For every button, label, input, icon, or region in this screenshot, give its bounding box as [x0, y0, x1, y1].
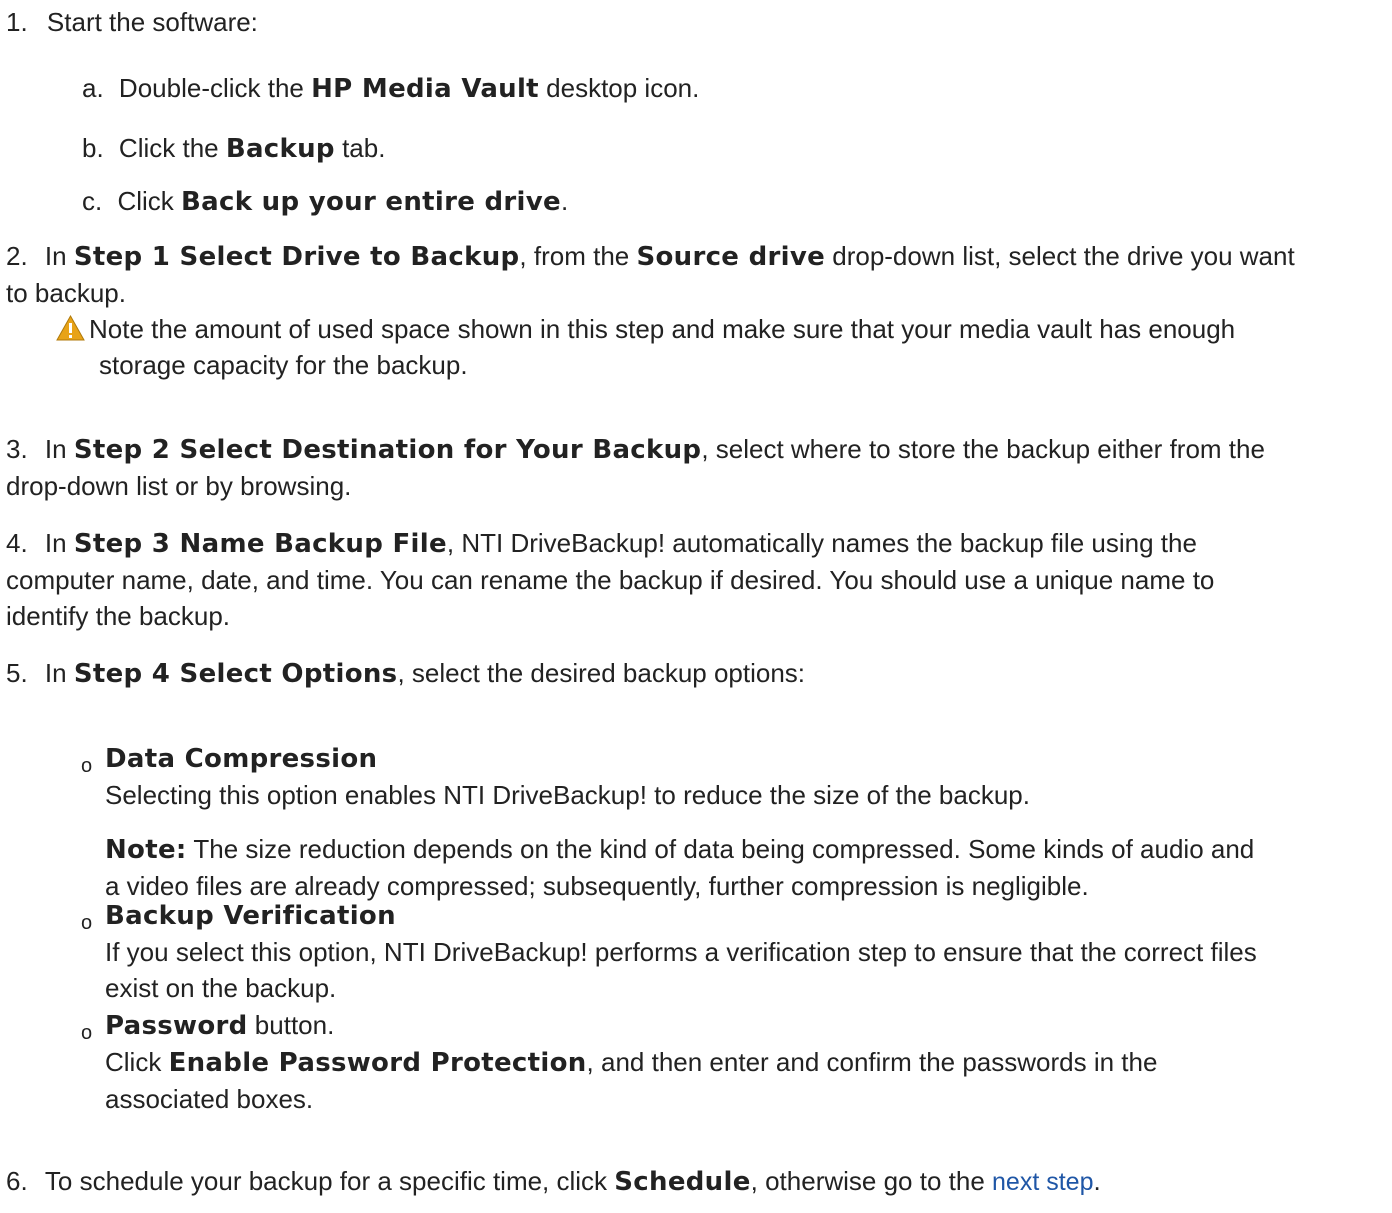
note-text: The size reduction depends on the kind o… — [186, 834, 1255, 864]
option-desc: exist on the backup. — [105, 973, 337, 1003]
step-3: 3. In Step 2 Select Destination for Your… — [6, 431, 1386, 504]
text: In — [44, 241, 74, 271]
step-5: 5. In Step 4 Select Options, select the … — [6, 655, 1386, 692]
text: , from the — [519, 241, 637, 271]
step-2: 2. In Step 1 Select Drive to Backup, fro… — [6, 238, 1386, 311]
text: , otherwise go to the — [750, 1166, 993, 1196]
option-password: o Password button. Click Enable Password… — [81, 1007, 1385, 1117]
bullet-icon: o — [81, 755, 93, 777]
text: button. — [247, 1010, 335, 1040]
bullet-icon: o — [81, 1022, 93, 1044]
warning-note: Note the amount of used space shown in t… — [56, 311, 1386, 383]
option-title: Backup Verification — [105, 901, 396, 931]
note-label: Note: — [105, 835, 187, 865]
next-step-link[interactable]: next step — [992, 1168, 1093, 1196]
text: associated boxes. — [105, 1084, 314, 1114]
text: In — [44, 434, 74, 464]
option-title: Data Compression — [105, 744, 378, 774]
substep-letter: b. — [82, 133, 104, 163]
text: . — [560, 186, 569, 216]
text: Click — [105, 1047, 169, 1077]
step-text: Start the software: — [46, 7, 258, 37]
substep-letter: c. — [82, 186, 103, 216]
bold-text: HP Media Vault — [311, 74, 539, 104]
text: To schedule your backup for a specific t… — [44, 1166, 615, 1196]
step-number: 3. — [6, 434, 28, 464]
text: Double-click the — [118, 73, 312, 103]
text: drop-down list, select the drive you wan… — [825, 241, 1295, 271]
warning-icon — [56, 315, 85, 341]
step-number: 4. — [6, 528, 28, 558]
bold-text: Step 1 Select Drive to Backup — [73, 242, 520, 272]
text: Click the — [118, 133, 226, 163]
text: drop-down list or by browsing. — [6, 471, 352, 501]
text: , and then enter and confirm the passwor… — [586, 1047, 1158, 1077]
bold-text: Step 4 Select Options — [73, 659, 398, 689]
substep-a: a. Double-click the HP Media Vault deskt… — [82, 70, 699, 107]
bullet-icon: o — [81, 912, 93, 934]
text: , NTI DriveBackup! automatically names t… — [446, 528, 1197, 558]
text: , select the desired backup options: — [397, 658, 806, 688]
note-text: Note the amount of used space shown in t… — [89, 314, 1236, 344]
substep-letter: a. — [82, 73, 104, 103]
step-1: 1. Start the software: — [6, 4, 258, 40]
substep-c: c. Click Back up your entire drive. — [82, 183, 568, 220]
option-backup-verification: o Backup Verification If you select this… — [81, 897, 1385, 1006]
text: identify the backup. — [6, 601, 231, 631]
option-data-compression: o Data Compression Selecting this option… — [81, 740, 1385, 904]
bold-text: Backup — [225, 134, 335, 164]
text: In — [44, 658, 74, 688]
bold-text: Step 2 Select Destination for Your Backu… — [73, 435, 702, 465]
bold-text: Enable Password Protection — [168, 1048, 587, 1078]
step-number: 1. — [6, 7, 28, 37]
bold-text: Source drive — [636, 242, 826, 272]
text: desktop icon. — [538, 73, 700, 103]
substep-b: b. Click the Backup tab. — [82, 130, 385, 167]
step-number: 2. — [6, 241, 28, 271]
step-4: 4. In Step 3 Name Backup File, NTI Drive… — [6, 525, 1386, 634]
note-text: storage capacity for the backup. — [99, 350, 468, 380]
option-title: Password — [105, 1011, 248, 1041]
step-number: 5. — [6, 658, 28, 688]
bold-text: Back up your entire drive — [181, 187, 561, 217]
bold-text: Step 3 Name Backup File — [73, 529, 447, 559]
text: computer name, date, and time. You can r… — [6, 565, 1215, 595]
text: tab. — [334, 133, 386, 163]
option-desc: If you select this option, NTI DriveBack… — [105, 937, 1257, 967]
text: Click — [117, 186, 182, 216]
text: to backup. — [6, 278, 126, 308]
step-number: 6. — [6, 1166, 28, 1196]
step-6: 6. To schedule your backup for a specifi… — [6, 1163, 1386, 1200]
text: , select where to store the backup eithe… — [701, 434, 1265, 464]
option-desc: Selecting this option enables NTI DriveB… — [105, 780, 1030, 810]
text: . — [1093, 1166, 1101, 1196]
text: In — [44, 528, 74, 558]
bold-text: Schedule — [614, 1167, 751, 1197]
